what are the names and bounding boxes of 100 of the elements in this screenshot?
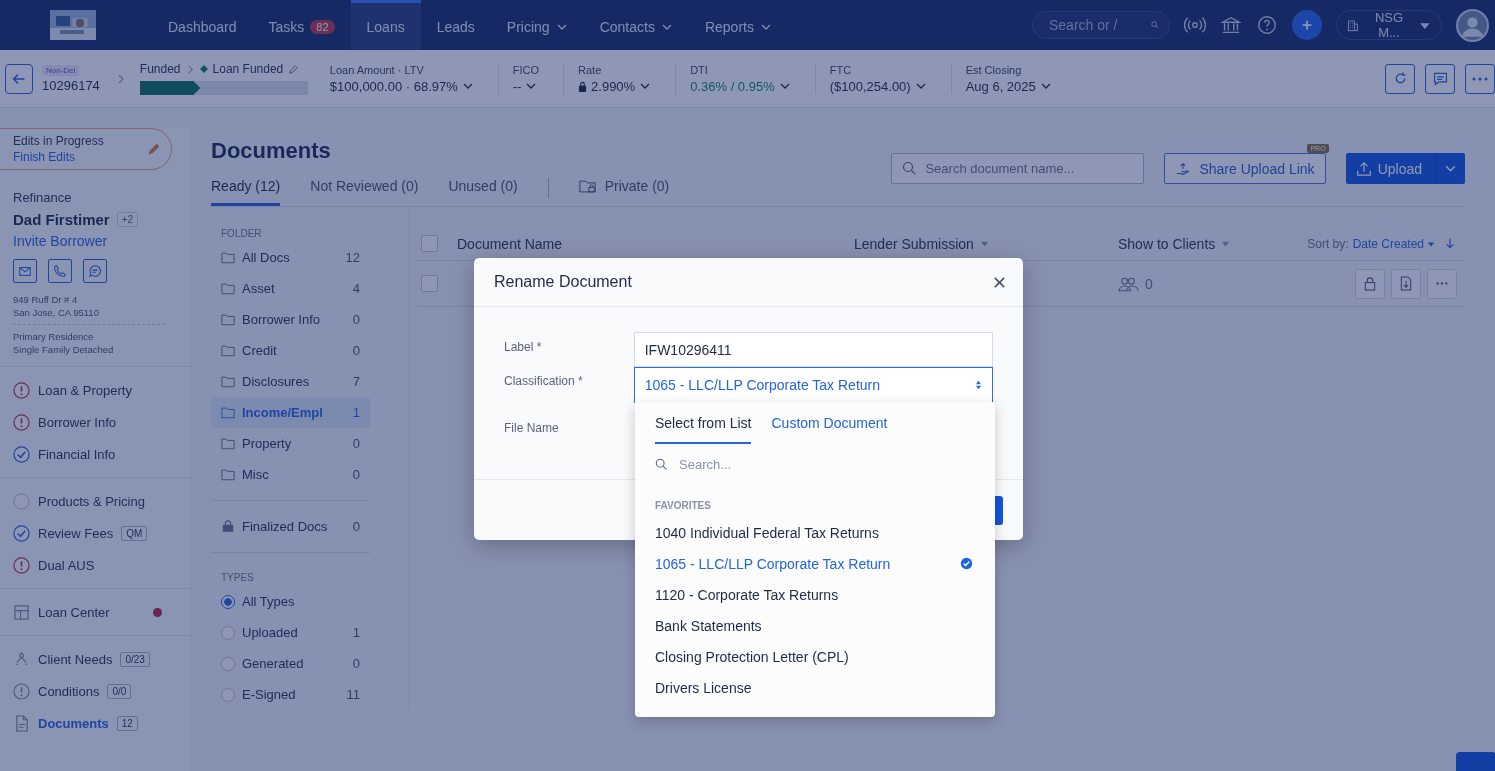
bank-icon[interactable]: [1220, 14, 1242, 36]
building-icon: [1347, 18, 1359, 32]
folder-item[interactable]: Finalized Docs 0: [211, 511, 370, 542]
tab[interactable]: Custom Document: [771, 402, 888, 444]
sidebar-item[interactable]: Dual AUS: [13, 549, 190, 581]
checkbox[interactable]: [421, 235, 438, 252]
type-option[interactable]: E-Signed 11: [211, 679, 370, 710]
folder-item[interactable]: All Docs 12: [211, 242, 370, 273]
tab[interactable]: Not Reviewed (0): [310, 169, 419, 206]
dropdown-option[interactable]: Drivers License: [655, 672, 975, 703]
folder-item[interactable]: Misc 0: [211, 459, 370, 490]
broadcast-icon[interactable]: [1184, 14, 1206, 36]
nav-tab[interactable]: Leads: [420, 0, 491, 50]
refresh-button[interactable]: [1385, 63, 1415, 94]
nav-tab[interactable]: Pricing: [490, 0, 584, 50]
radio-button[interactable]: [221, 687, 235, 702]
alert-icon: [13, 682, 30, 700]
tab[interactable]: Unused (0): [448, 169, 518, 206]
count-badge: 82: [310, 19, 335, 34]
classification-select[interactable]: 1065 - LLC/LLP Corporate Tax Return: [633, 367, 993, 403]
sidebar-item[interactable]: Client Needs 0/23: [13, 643, 190, 675]
folder-icon: [221, 344, 235, 357]
pencil-icon[interactable]: [288, 63, 300, 75]
metric-value[interactable]: $100,000.00 · 68.97%: [329, 78, 474, 94]
bag-icon: [221, 520, 235, 533]
folder-item[interactable]: Asset 4: [211, 273, 370, 304]
search-input[interactable]: Search or /: [1047, 16, 1151, 34]
metric-value[interactable]: ($100,254.00): [829, 78, 927, 94]
tab[interactable]: Ready (12): [211, 169, 281, 206]
tab[interactable]: Select from List: [655, 402, 752, 444]
sidebar-item[interactable]: Conditions 0/0: [13, 675, 190, 707]
search-input[interactable]: Search document name...: [923, 160, 1134, 177]
sidebar-item[interactable]: Loan Center: [13, 596, 190, 628]
hand-upload-icon: [1175, 160, 1192, 177]
type-option[interactable]: Uploaded 1: [211, 617, 370, 648]
folder-icon: [221, 251, 235, 264]
metric-value[interactable]: --: [512, 78, 540, 94]
dropdown-option[interactable]: 1040 Individual Federal Tax Returns: [655, 517, 975, 548]
folder-item[interactable]: Property 0: [211, 428, 370, 459]
chat-icon: [1431, 70, 1449, 87]
call-button[interactable]: [48, 259, 72, 283]
sidebar-item[interactable]: Financial Info: [13, 438, 190, 470]
type-option[interactable]: Generated 0: [211, 648, 370, 679]
folder-item[interactable]: Borrower Info 0: [211, 304, 370, 335]
more-button[interactable]: [1465, 63, 1495, 94]
lock-button[interactable]: [1355, 268, 1385, 299]
close-icon[interactable]: [993, 275, 1006, 289]
dropdown-option[interactable]: Bank Statements: [655, 610, 975, 641]
nav-tab[interactable]: Contacts: [583, 0, 689, 50]
message-button[interactable]: [83, 259, 107, 283]
sidebar-item[interactable]: Documents 12: [13, 707, 190, 739]
sort-selector[interactable]: Date Created: [1352, 236, 1435, 251]
sidebar-item[interactable]: Products & Pricing: [13, 485, 190, 517]
nav-tab[interactable]: Reports: [688, 0, 788, 50]
more-icon: [1472, 76, 1488, 81]
back-button[interactable]: [5, 63, 33, 94]
share-upload-link-button[interactable]: Share Upload Link: [1164, 153, 1326, 184]
folder-item[interactable]: Credit 0: [211, 335, 370, 366]
avatar[interactable]: [1456, 8, 1489, 42]
help-icon[interactable]: [1256, 14, 1278, 36]
search-field[interactable]: Search...: [655, 444, 975, 484]
folder-item[interactable]: Disclosures 7: [211, 366, 370, 397]
search-icon: [655, 457, 668, 471]
nav-tab[interactable]: Dashboard: [152, 0, 253, 50]
sidebar-item[interactable]: Borrower Info: [13, 406, 190, 438]
dropdown-option[interactable]: 1065 - LLC/LLP Corporate Tax Return: [655, 548, 975, 579]
radio-button[interactable]: [221, 625, 235, 640]
sidebar-item[interactable]: Review Fees QM: [13, 517, 190, 549]
tab[interactable]: Private (0): [578, 169, 670, 206]
metric-value[interactable]: Aug 6, 2025: [965, 78, 1052, 94]
search-field[interactable]: Search document name...: [891, 153, 1145, 184]
finish-edits-link[interactable]: Finish Edits: [13, 150, 147, 164]
property-detail: Primary Residence: [13, 330, 95, 343]
label-input[interactable]: IFW10296411: [633, 332, 993, 367]
email-button[interactable]: [13, 259, 37, 283]
column-header[interactable]: Show to Clients: [1118, 235, 1288, 252]
search-input[interactable]: Search...: [677, 455, 975, 473]
dropdown-option[interactable]: Closing Protection Letter (CPL): [655, 641, 975, 672]
metric-value[interactable]: 2.990%: [578, 78, 652, 94]
sidebar-item[interactable]: Loan & Property: [13, 374, 190, 406]
radio-button[interactable]: [221, 594, 235, 609]
dropdown-option[interactable]: 1120 - Corporate Tax Returns: [655, 579, 975, 610]
type-option[interactable]: All Types: [211, 586, 370, 617]
file-download-icon: [1399, 276, 1413, 291]
add-button[interactable]: [1292, 10, 1322, 40]
column-header[interactable]: Lender Submission: [854, 235, 1118, 252]
arrow-down-icon[interactable]: [1445, 237, 1455, 250]
nav-tab[interactable]: Tasks 82: [252, 0, 351, 50]
metric-value[interactable]: 0.36% / 0.95%: [690, 78, 791, 94]
nav-tab[interactable]: Loans: [350, 0, 421, 50]
invite-borrower-link[interactable]: Invite Borrower: [13, 233, 177, 249]
checkbox[interactable]: [421, 275, 438, 292]
folder-item[interactable]: Income/Empl 1: [211, 397, 370, 428]
caret-icon: [1221, 239, 1231, 248]
comment-button[interactable]: [1425, 63, 1455, 94]
download-button[interactable]: [1391, 268, 1421, 299]
people-icon: [1118, 275, 1139, 292]
search-field[interactable]: Search or /: [1032, 11, 1170, 39]
radio-button[interactable]: [221, 656, 235, 671]
metric-label: DTI: [690, 63, 709, 76]
